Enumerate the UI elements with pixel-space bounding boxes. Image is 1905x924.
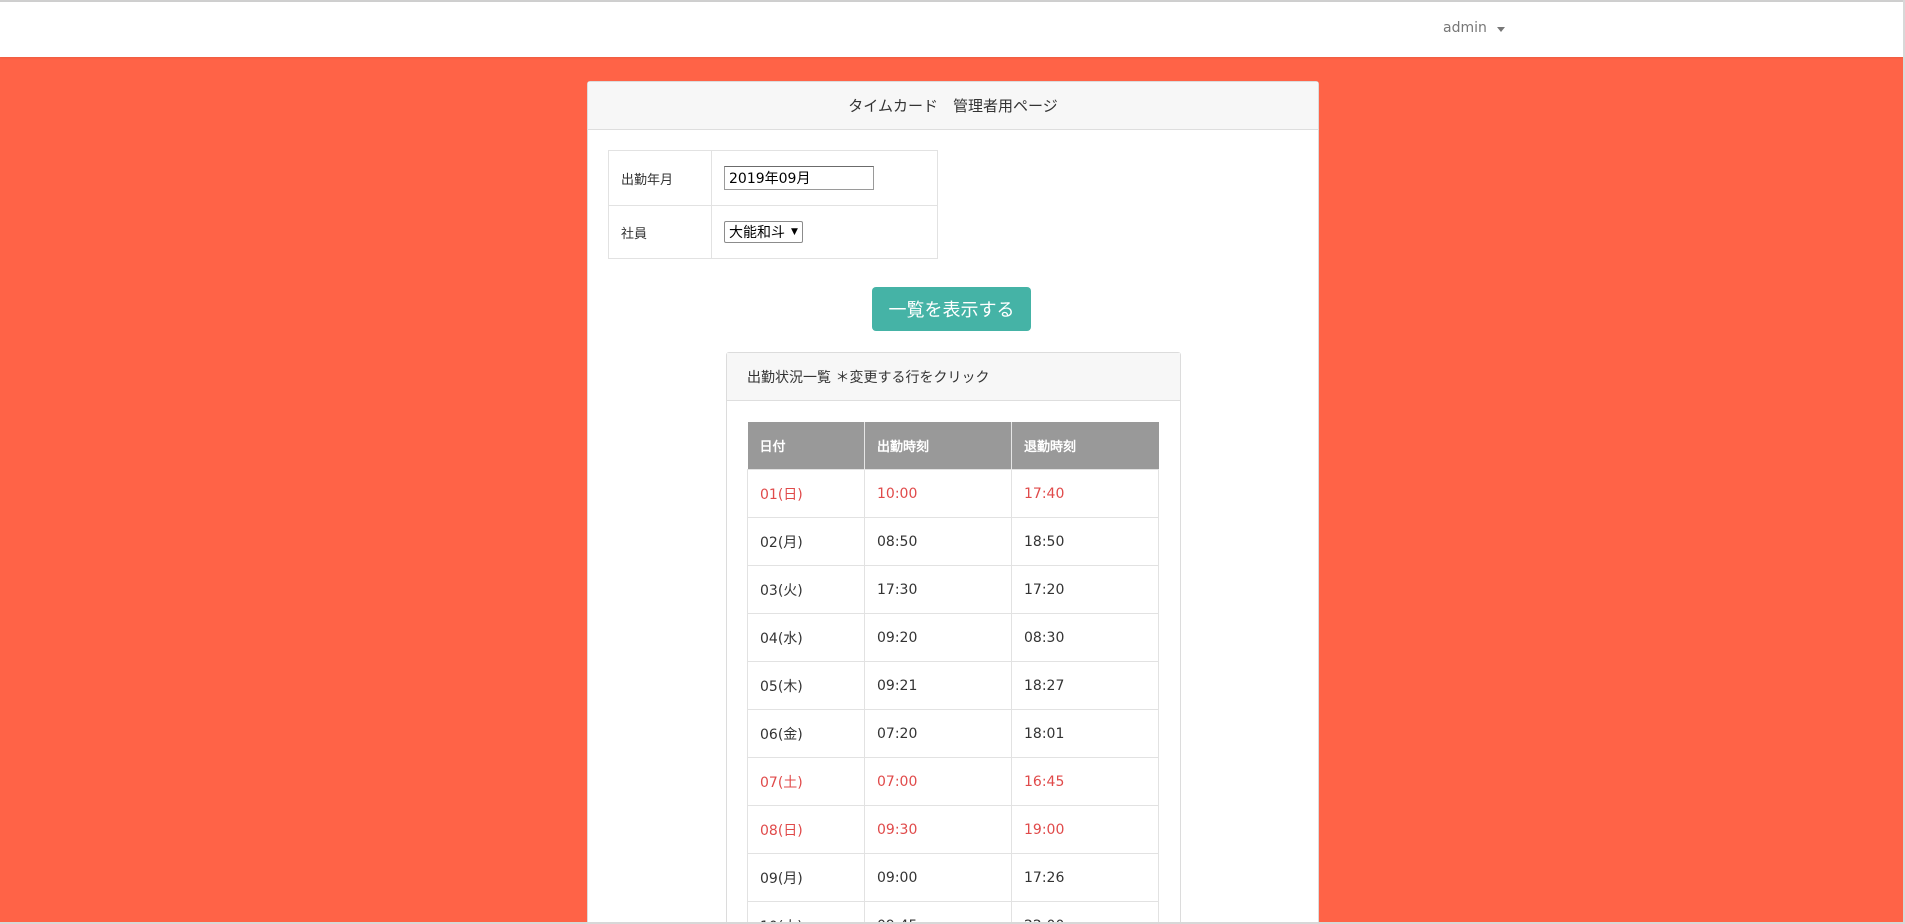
cell-date: 01(日) — [747, 469, 865, 518]
employee-cell: 大能和斗 ▼ — [711, 205, 938, 259]
page: admin タイムカード 管理者用ページ 出勤年月 社員 大能和斗 ▼ — [0, 0, 1905, 924]
navbar: admin — [0, 2, 1905, 57]
cell-date: 05(木) — [747, 661, 865, 710]
cell-date: 04(水) — [747, 613, 865, 662]
dropdown-arrow-icon: ▼ — [791, 227, 798, 237]
page-title: タイムカード 管理者用ページ — [848, 97, 1058, 115]
cell-clock-in: 09:21 — [864, 661, 1012, 710]
table-header-row: 日付 出勤時刻 退勤時刻 — [747, 422, 1159, 470]
cell-clock-in: 09:00 — [864, 853, 1012, 902]
cell-clock-out: 16:45 — [1011, 757, 1159, 806]
cell-clock-in: 08:50 — [864, 517, 1012, 566]
cell-date: 06(金) — [747, 709, 865, 758]
cell-date: 02(月) — [747, 517, 865, 566]
cell-date: 09(月) — [747, 853, 865, 902]
cell-clock-out: 18:50 — [1011, 517, 1159, 566]
cell-clock-out: 18:27 — [1011, 661, 1159, 710]
filter-form: 出勤年月 社員 大能和斗 ▼ — [608, 150, 938, 259]
attendance-table: 日付 出勤時刻 退勤時刻 01(日) 10:00 17:40 02(月) 08:50 18… — [747, 422, 1159, 924]
cell-clock-out: 17:26 — [1011, 853, 1159, 902]
attendance-card: 出勤状況一覧 ＊変更する行をクリック 日付 出勤時刻 退勤時刻 01(日) 10:… — [726, 352, 1181, 924]
cell-clock-out: 17:40 — [1011, 469, 1159, 518]
cell-clock-in: 17:30 — [864, 565, 1012, 614]
cell-clock-out: 22:00 — [1011, 901, 1159, 924]
cell-clock-in: 09:20 — [864, 613, 1012, 662]
cell-clock-in: 09:30 — [864, 805, 1012, 854]
cell-clock-out: 19:00 — [1011, 805, 1159, 854]
header-date: 日付 — [747, 422, 865, 470]
month-cell — [711, 150, 938, 206]
table-row[interactable]: 08(日) 09:30 19:00 — [747, 805, 1159, 854]
cell-clock-in: 07:20 — [864, 709, 1012, 758]
month-input[interactable] — [724, 166, 874, 190]
month-row: 出勤年月 — [608, 150, 938, 206]
month-label: 出勤年月 — [608, 150, 712, 206]
cell-date: 07(土) — [747, 757, 865, 806]
header-clock-out: 退勤時刻 — [1011, 422, 1159, 470]
cell-clock-out: 18:01 — [1011, 709, 1159, 758]
table-row[interactable]: 09(月) 09:00 17:26 — [747, 853, 1159, 902]
employee-row: 社員 大能和斗 ▼ — [608, 205, 938, 259]
card-header: タイムカード 管理者用ページ — [588, 82, 1318, 130]
cell-date: 03(火) — [747, 565, 865, 614]
table-row[interactable]: 06(金) 07:20 18:01 — [747, 709, 1159, 758]
employee-label: 社員 — [608, 205, 712, 259]
table-row[interactable]: 01(日) 10:00 17:40 — [747, 469, 1159, 518]
user-label: admin — [1443, 20, 1487, 36]
attendance-header: 出勤状況一覧 ＊変更する行をクリック — [727, 353, 1180, 401]
table-row[interactable]: 07(土) 07:00 16:45 — [747, 757, 1159, 806]
header-clock-in: 出勤時刻 — [864, 422, 1012, 470]
employee-selected: 大能和斗 — [729, 225, 785, 241]
cell-date: 08(日) — [747, 805, 865, 854]
attendance-title: 出勤状況一覧 ＊変更する行をクリック — [747, 369, 990, 386]
caret-down-icon — [1496, 26, 1505, 32]
main-card: タイムカード 管理者用ページ 出勤年月 社員 大能和斗 ▼ 一覧を表示する — [587, 81, 1319, 924]
table-row[interactable]: 04(水) 09:20 08:30 — [747, 613, 1159, 662]
attendance-body: 01(日) 10:00 17:40 02(月) 08:50 18:50 03(火) 17:30… — [747, 469, 1159, 924]
table-row[interactable]: 02(月) 08:50 18:50 — [747, 517, 1159, 566]
cell-clock-in: 09:45 — [864, 901, 1012, 924]
table-row[interactable]: 10(火)09:4522:00 — [747, 901, 1159, 924]
employee-select[interactable]: 大能和斗 ▼ — [724, 221, 803, 243]
cell-clock-in: 07:00 — [864, 757, 1012, 806]
cell-clock-out: 08:30 — [1011, 613, 1159, 662]
cell-clock-in: 10:00 — [864, 469, 1012, 518]
table-row[interactable]: 03(火) 17:30 17:20 — [747, 565, 1159, 614]
user-dropdown[interactable]: admin — [1443, 20, 1505, 36]
cell-clock-out: 17:20 — [1011, 565, 1159, 614]
table-row[interactable]: 05(木) 09:21 18:27 — [747, 661, 1159, 710]
cell-date: 10(火) — [747, 901, 865, 924]
show-list-button[interactable]: 一覧を表示する — [872, 287, 1031, 331]
